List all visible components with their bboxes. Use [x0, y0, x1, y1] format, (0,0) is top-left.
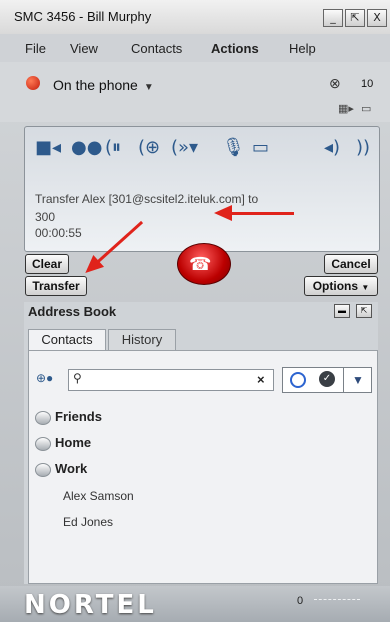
- contact-search-input[interactable]: ⚲ ×: [68, 369, 274, 391]
- expanded-group-icon: [35, 462, 51, 477]
- add-call-icon[interactable]: (⊕: [138, 137, 160, 158]
- signal-meter: [314, 599, 360, 603]
- menu-bar: File View Contacts Actions Help: [0, 34, 390, 63]
- presence-label: On the phone: [53, 77, 138, 93]
- presence-filter[interactable]: ✓ ▼: [282, 367, 372, 393]
- filter-dropdown-icon[interactable]: ▼: [343, 368, 372, 392]
- keypad-icon[interactable]: ▭: [252, 137, 269, 158]
- collapsed-group-icon: [35, 436, 51, 451]
- presence-busy-icon: [26, 76, 40, 90]
- hold-icon[interactable]: (⏸: [105, 137, 121, 158]
- call-panel: ■◂ ●● (⏸ (⊕ (»▾ 🎙 ▭ ◂) )) Transfer Alex …: [24, 126, 380, 252]
- voicemail-count: 10: [361, 78, 374, 90]
- cancel-button[interactable]: Cancel: [324, 254, 378, 274]
- menu-file[interactable]: File: [25, 41, 46, 56]
- chevron-down-icon: ▼: [143, 82, 154, 93]
- tab-history[interactable]: History: [108, 329, 176, 350]
- options-label: Options: [312, 279, 359, 293]
- group-home[interactable]: Home: [35, 435, 91, 451]
- grid-view-icon[interactable]: ▦▸: [338, 102, 354, 115]
- app-window: SMC 3456 - Bill Murphy _ ⇱ X File View C…: [0, 0, 390, 622]
- menu-contacts[interactable]: Contacts: [131, 41, 182, 56]
- window-title: SMC 3456 - Bill Murphy: [14, 9, 152, 24]
- options-caret-icon: ▼: [361, 283, 370, 292]
- volume-icon[interactable]: )): [356, 137, 370, 158]
- tab-contacts[interactable]: Contacts: [28, 329, 106, 350]
- clear-search-icon[interactable]: ×: [257, 372, 265, 387]
- address-book-panel: Address Book ▬ ⇱ Contacts History ⊕● ⚲ ×…: [24, 302, 378, 584]
- menu-help[interactable]: Help: [289, 41, 316, 56]
- options-button[interactable]: Options ▼: [304, 276, 378, 296]
- brand-logo: NORTEL: [24, 590, 157, 620]
- conference-icon[interactable]: ●●: [71, 137, 102, 158]
- collapse-panel-icon[interactable]: ▭: [361, 102, 371, 115]
- annotation-arrow-message: [232, 212, 294, 215]
- restore-button[interactable]: ⇱: [345, 9, 365, 27]
- hangup-button[interactable]: ☎: [177, 243, 231, 285]
- menu-view[interactable]: View: [70, 41, 98, 56]
- phone-hangup-icon: ☎: [189, 254, 212, 274]
- signal-level: 0: [297, 595, 304, 607]
- title-bar: SMC 3456 - Bill Murphy _ ⇱ X: [0, 0, 390, 35]
- microphone-icon[interactable]: 🎙: [222, 137, 245, 158]
- collapsed-group-icon: [35, 410, 51, 425]
- video-icon[interactable]: ■◂: [35, 137, 61, 158]
- footer: NORTEL 0: [0, 586, 390, 622]
- group-label-work: Work: [55, 461, 88, 476]
- minimize-section-icon[interactable]: ▬: [334, 304, 350, 318]
- add-contact-icon[interactable]: ⊕●: [36, 371, 53, 385]
- status-row: On the phone ▼ ⊗ 10 ▦▸ ▭: [0, 62, 390, 122]
- transfer-button[interactable]: Transfer: [25, 276, 87, 296]
- group-work[interactable]: Work: [35, 461, 87, 477]
- presence-selector[interactable]: On the phone ▼: [53, 77, 154, 93]
- voicemail-icon[interactable]: ⊗: [329, 75, 341, 92]
- call-message-line1: Transfer Alex [301@scsitel2.iteluk.com] …: [35, 192, 259, 206]
- group-label-home: Home: [55, 435, 92, 450]
- speaker-icon[interactable]: ◂): [324, 137, 340, 158]
- close-button[interactable]: X: [367, 9, 387, 27]
- address-book-title: Address Book: [28, 304, 117, 319]
- search-icon: ⚲: [73, 371, 82, 385]
- group-friends[interactable]: Friends: [35, 409, 102, 425]
- expand-section-icon[interactable]: ⇱: [356, 304, 372, 318]
- clear-button[interactable]: Clear: [25, 254, 69, 274]
- call-message: Transfer Alex [301@scsitel2.iteluk.com] …: [35, 190, 335, 226]
- online-filter-icon[interactable]: [290, 372, 306, 388]
- minimize-button[interactable]: _: [323, 9, 343, 27]
- contacts-list-panel: ⊕● ⚲ × ✓ ▼ Friends Home Work Alex Samson…: [28, 350, 378, 584]
- annotation-arrowhead-message: [214, 205, 232, 221]
- contact-ed-jones[interactable]: Ed Jones: [63, 515, 113, 529]
- call-message-line2: 300: [35, 210, 56, 224]
- check-filter-icon[interactable]: ✓: [319, 371, 335, 387]
- contact-alex-samson[interactable]: Alex Samson: [63, 489, 134, 503]
- transfer-signal-icon[interactable]: (»▾: [171, 137, 198, 158]
- group-label-friends: Friends: [55, 409, 102, 424]
- call-duration: 00:00:55: [35, 226, 82, 240]
- menu-actions[interactable]: Actions: [211, 41, 259, 56]
